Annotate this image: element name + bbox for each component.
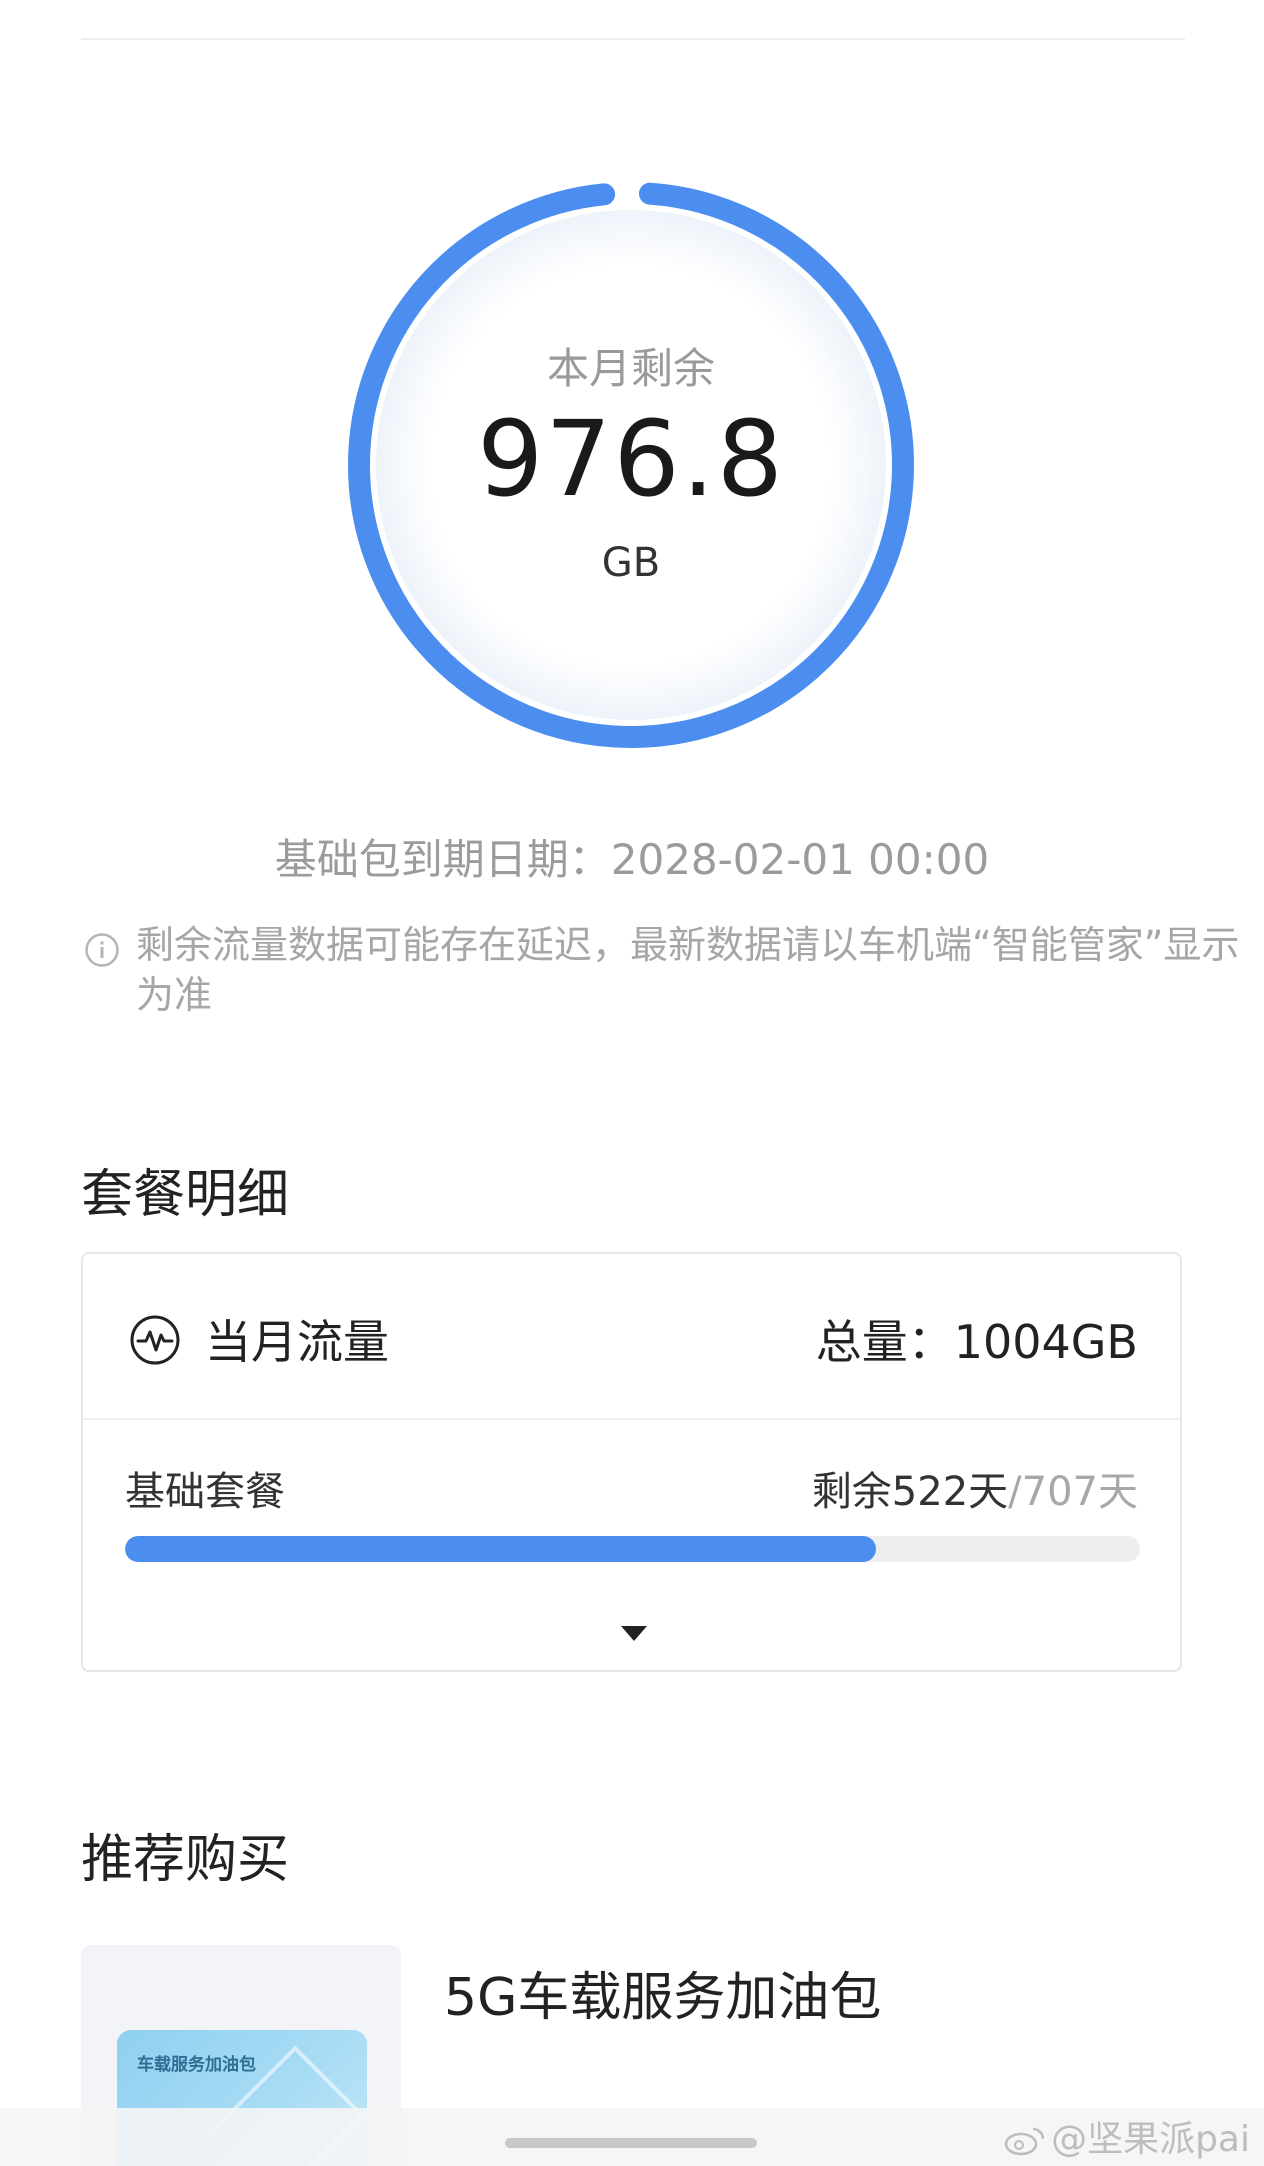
watermark: @坚果派pai [1003, 2110, 1250, 2162]
monthly-data-title: 当月流量 [205, 1315, 389, 1369]
base-plan-name: 基础套餐 [125, 1469, 285, 1515]
watermark-text: @坚果派pai [1051, 2119, 1250, 2160]
product-name[interactable]: 5G车载服务加油包 [444, 1955, 881, 2030]
remaining-unit: GB [601, 540, 661, 586]
weibo-icon [1004, 2127, 1045, 2156]
plan-progress-fill [125, 1536, 877, 1562]
pulse-icon [130, 1315, 180, 1365]
info-icon [85, 933, 119, 967]
plan-progress-track [125, 1536, 1140, 1562]
remaining-ring: 本月剩余 976.8 GB [346, 180, 916, 750]
plan-days: 剩余522天/707天 [812, 1459, 1138, 1517]
notice-text: 剩余流量数据可能存在延迟，最新数据请以车机端“智能管家”显示为准 [136, 923, 1240, 1017]
plan-card-header: 当月流量 总量：1004GB [83, 1254, 1180, 1420]
plan-details-title: 套餐明细 [81, 1165, 290, 1225]
home-indicator[interactable] [505, 2138, 757, 2148]
remaining-label: 本月剩余 [546, 344, 715, 393]
top-divider [81, 38, 1185, 40]
total-data: 总量：1004GB [815, 1315, 1138, 1369]
product-thumb-label: 车载服务加油包 [137, 2055, 256, 2075]
expiry-date: 基础包到期日期：2028-02-01 00:00 [274, 835, 990, 884]
plan-card: 当月流量 总量：1004GB 基础套餐 剩余522天/707天 [81, 1252, 1182, 1672]
remaining-value: 976.8 [477, 398, 785, 520]
days-total: /707天 [1008, 1469, 1138, 1515]
days-remaining: 剩余522天 [811, 1469, 1009, 1515]
page: 本月剩余 976.8 GB 基础包到期日期：2028-02-01 00:00 剩… [0, 0, 1264, 2166]
recommend-title: 推荐购买 [81, 1830, 290, 1890]
caret-down-icon[interactable] [621, 1626, 647, 1641]
